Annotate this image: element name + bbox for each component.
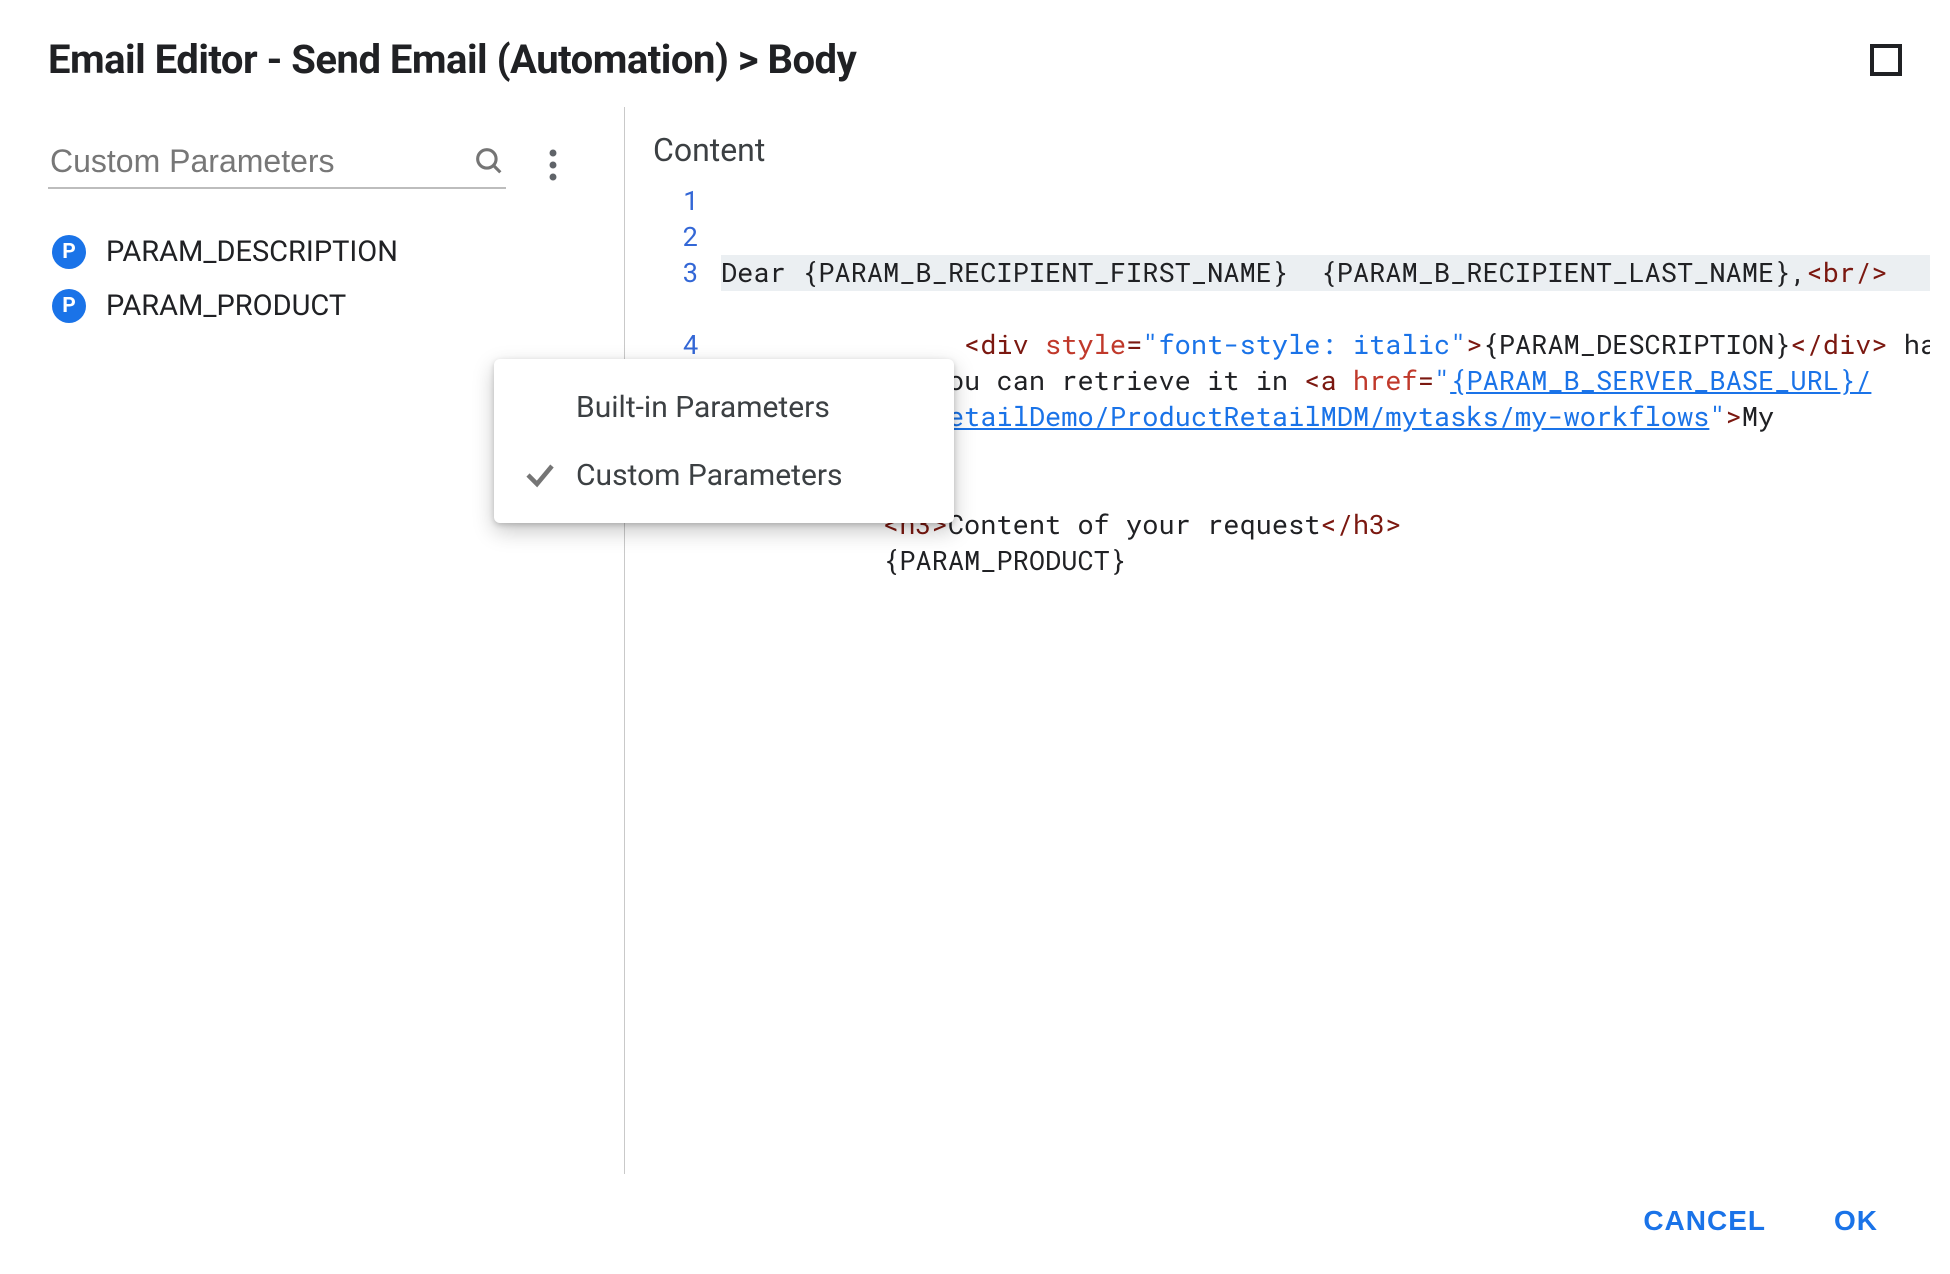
search-icon[interactable] — [472, 144, 506, 178]
search-input-wrap — [48, 142, 506, 189]
dialog-footer: CANCEL OK — [0, 1174, 1950, 1274]
code-line: Dear {PARAM_B_RECIPIENT_FIRST_NAME} {PAR… — [721, 255, 1930, 291]
line-number: 4 — [653, 327, 699, 363]
parameter-label: PARAM_DESCRIPTION — [106, 235, 398, 269]
content-pane: Content 1 2 3 4 5 6 7 Dear {PARAM_B_RECI… — [625, 107, 1950, 1174]
code-line: {PARAM_PRODUCT} — [883, 543, 1126, 578]
menu-item-label: Custom Parameters — [576, 458, 843, 493]
email-editor-dialog: Email Editor - Send Email (Automation) >… — [0, 0, 1950, 1274]
more-menu-button[interactable] — [538, 141, 568, 189]
line-number: 1 — [653, 183, 699, 219]
menu-item-custom-parameters[interactable]: Custom Parameters — [494, 441, 954, 509]
code-line: uctRetailDemo/ProductRetailMDM/mytasks/m… — [883, 399, 1774, 434]
cancel-button[interactable]: CANCEL — [1637, 1204, 1772, 1238]
content-title: Content — [653, 131, 1930, 169]
code-line: <div style="font-style: italic">{PARAM_D… — [883, 327, 1930, 362]
parameter-badge-icon: P — [52, 289, 86, 323]
parameter-item[interactable]: P PARAM_DESCRIPTION — [48, 225, 588, 279]
dialog-header: Email Editor - Send Email (Automation) >… — [0, 0, 1950, 107]
line-number: 3 — [683, 255, 699, 291]
search-input[interactable] — [48, 142, 472, 181]
maximize-icon[interactable] — [1870, 44, 1902, 76]
ok-button[interactable]: OK — [1828, 1204, 1884, 1238]
parameter-list: P PARAM_DESCRIPTION P PARAM_PRODUCT — [48, 225, 588, 333]
menu-item-label: Built-in Parameters — [576, 390, 830, 425]
menu-item-builtin-parameters[interactable]: Built-in Parameters — [494, 373, 954, 441]
dialog-body: P PARAM_DESCRIPTION P PARAM_PRODUCT Cont… — [0, 107, 1950, 1174]
line-number: 2 — [653, 219, 699, 255]
check-icon — [522, 389, 558, 425]
dialog-title: Email Editor - Send Email (Automation) >… — [48, 36, 856, 83]
search-row — [48, 141, 588, 189]
code-line: <h3>Content of your request</h3> — [883, 507, 1402, 542]
parameter-label: PARAM_PRODUCT — [106, 289, 346, 323]
parameter-type-menu: Built-in Parameters Custom Parameters — [494, 359, 954, 523]
code-line: d. You can retrieve it in <a href="{PARA… — [883, 363, 1871, 398]
check-icon — [522, 457, 558, 493]
parameters-sidebar: P PARAM_DESCRIPTION P PARAM_PRODUCT — [48, 107, 588, 1174]
parameter-badge-icon: P — [52, 235, 86, 269]
parameter-item[interactable]: P PARAM_PRODUCT — [48, 279, 588, 333]
